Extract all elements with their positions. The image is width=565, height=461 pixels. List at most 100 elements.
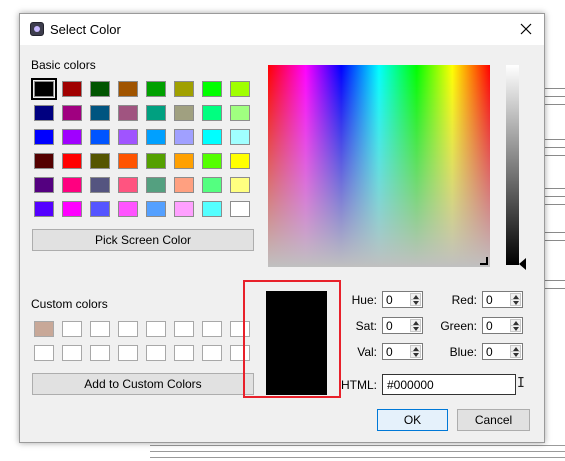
custom-color-slot[interactable] xyxy=(202,321,222,337)
html-color-input[interactable]: #000000 xyxy=(382,374,516,395)
sat-value: 0 xyxy=(386,319,393,333)
val-spinbox[interactable]: 0 xyxy=(382,343,423,360)
basic-color-swatch[interactable] xyxy=(118,153,138,169)
spin-down-icon[interactable] xyxy=(410,351,421,358)
custom-colors-label: Custom colors xyxy=(31,297,108,311)
green-spinbox[interactable]: 0 xyxy=(482,317,523,334)
custom-color-slot[interactable] xyxy=(202,345,222,361)
window-title: Select Color xyxy=(50,22,121,37)
custom-color-slot[interactable] xyxy=(146,321,166,337)
blue-value: 0 xyxy=(486,345,493,359)
green-value: 0 xyxy=(486,319,493,333)
title-bar: Select Color xyxy=(20,14,544,45)
basic-color-swatch[interactable] xyxy=(62,105,82,121)
basic-color-swatch[interactable] xyxy=(118,177,138,193)
basic-color-swatch[interactable] xyxy=(146,129,166,145)
basic-color-swatch[interactable] xyxy=(90,81,110,97)
spin-down-icon[interactable] xyxy=(510,325,521,332)
basic-color-swatch[interactable] xyxy=(34,201,54,217)
basic-color-swatch[interactable] xyxy=(90,129,110,145)
add-to-custom-colors-button[interactable]: Add to Custom Colors xyxy=(32,373,254,395)
basic-color-swatch[interactable] xyxy=(230,153,250,169)
score-background xyxy=(0,441,565,461)
basic-color-swatch[interactable] xyxy=(202,129,222,145)
basic-color-swatch[interactable] xyxy=(174,177,194,193)
color-spectrum-picker[interactable] xyxy=(268,65,490,267)
basic-color-swatch[interactable] xyxy=(90,153,110,169)
basic-color-swatch[interactable] xyxy=(146,153,166,169)
basic-color-swatch[interactable] xyxy=(174,105,194,121)
current-color-preview xyxy=(266,291,327,395)
app-icon xyxy=(30,22,44,36)
spin-down-icon[interactable] xyxy=(510,299,521,306)
ok-button[interactable]: OK xyxy=(377,409,448,431)
basic-color-swatch[interactable] xyxy=(230,201,250,217)
basic-colors-label: Basic colors xyxy=(31,58,96,72)
custom-color-slot[interactable] xyxy=(174,345,194,361)
basic-color-swatch[interactable] xyxy=(118,105,138,121)
spin-down-icon[interactable] xyxy=(410,299,421,306)
luminance-marker-icon[interactable] xyxy=(519,258,527,270)
basic-color-swatch[interactable] xyxy=(118,81,138,97)
basic-color-swatch[interactable] xyxy=(230,177,250,193)
basic-color-swatch[interactable] xyxy=(202,177,222,193)
basic-color-swatch[interactable] xyxy=(34,177,54,193)
spin-down-icon[interactable] xyxy=(410,325,421,332)
basic-color-swatch[interactable] xyxy=(146,177,166,193)
basic-color-swatch[interactable] xyxy=(62,153,82,169)
basic-color-swatch[interactable] xyxy=(90,177,110,193)
basic-color-swatch[interactable] xyxy=(146,201,166,217)
basic-color-swatch[interactable] xyxy=(230,129,250,145)
close-button[interactable] xyxy=(514,18,538,40)
basic-color-swatch[interactable] xyxy=(90,105,110,121)
basic-color-swatch[interactable] xyxy=(174,201,194,217)
custom-color-slot[interactable] xyxy=(34,321,54,337)
custom-color-slot[interactable] xyxy=(62,345,82,361)
basic-color-swatch[interactable] xyxy=(146,105,166,121)
custom-color-slot[interactable] xyxy=(34,345,54,361)
basic-color-swatch[interactable] xyxy=(230,81,250,97)
custom-color-slot[interactable] xyxy=(174,321,194,337)
hue-spinbox[interactable]: 0 xyxy=(382,291,423,308)
basic-color-swatch[interactable] xyxy=(174,153,194,169)
custom-color-slot[interactable] xyxy=(62,321,82,337)
basic-color-swatch[interactable] xyxy=(146,81,166,97)
hue-value: 0 xyxy=(386,293,393,307)
basic-color-swatch[interactable] xyxy=(202,81,222,97)
basic-color-swatch[interactable] xyxy=(202,201,222,217)
custom-color-slot[interactable] xyxy=(118,345,138,361)
val-label: Val: xyxy=(357,345,377,359)
basic-color-swatch[interactable] xyxy=(31,78,57,100)
custom-color-slot[interactable] xyxy=(146,345,166,361)
basic-color-swatch[interactable] xyxy=(202,105,222,121)
basic-color-swatch[interactable] xyxy=(202,153,222,169)
basic-color-swatch[interactable] xyxy=(34,129,54,145)
select-color-dialog: Select Color Basic colors Pick Screen Co… xyxy=(19,13,545,443)
basic-color-swatch[interactable] xyxy=(62,177,82,193)
blue-spinbox[interactable]: 0 xyxy=(482,343,523,360)
sat-label: Sat: xyxy=(355,319,377,333)
luminance-slider[interactable] xyxy=(506,65,519,265)
basic-color-swatch[interactable] xyxy=(118,201,138,217)
pick-screen-color-button[interactable]: Pick Screen Color xyxy=(32,229,254,251)
basic-color-swatch[interactable] xyxy=(174,81,194,97)
basic-color-swatch[interactable] xyxy=(90,201,110,217)
basic-color-swatch[interactable] xyxy=(62,129,82,145)
basic-color-swatch[interactable] xyxy=(230,105,250,121)
basic-color-swatch[interactable] xyxy=(62,201,82,217)
basic-color-swatch[interactable] xyxy=(34,153,54,169)
spin-down-icon[interactable] xyxy=(510,351,521,358)
basic-color-swatch[interactable] xyxy=(62,81,82,97)
sat-spinbox[interactable]: 0 xyxy=(382,317,423,334)
custom-color-slot[interactable] xyxy=(90,321,110,337)
red-spinbox[interactable]: 0 xyxy=(482,291,523,308)
basic-color-swatch[interactable] xyxy=(118,129,138,145)
hue-label: Hue: xyxy=(351,293,377,307)
cancel-button[interactable]: Cancel xyxy=(457,409,530,431)
custom-color-slot[interactable] xyxy=(118,321,138,337)
basic-color-swatch[interactable] xyxy=(174,129,194,145)
text-cursor-icon: I xyxy=(517,376,525,391)
basic-color-swatch[interactable] xyxy=(34,105,54,121)
custom-color-slot[interactable] xyxy=(90,345,110,361)
green-label: Green: xyxy=(440,319,477,333)
